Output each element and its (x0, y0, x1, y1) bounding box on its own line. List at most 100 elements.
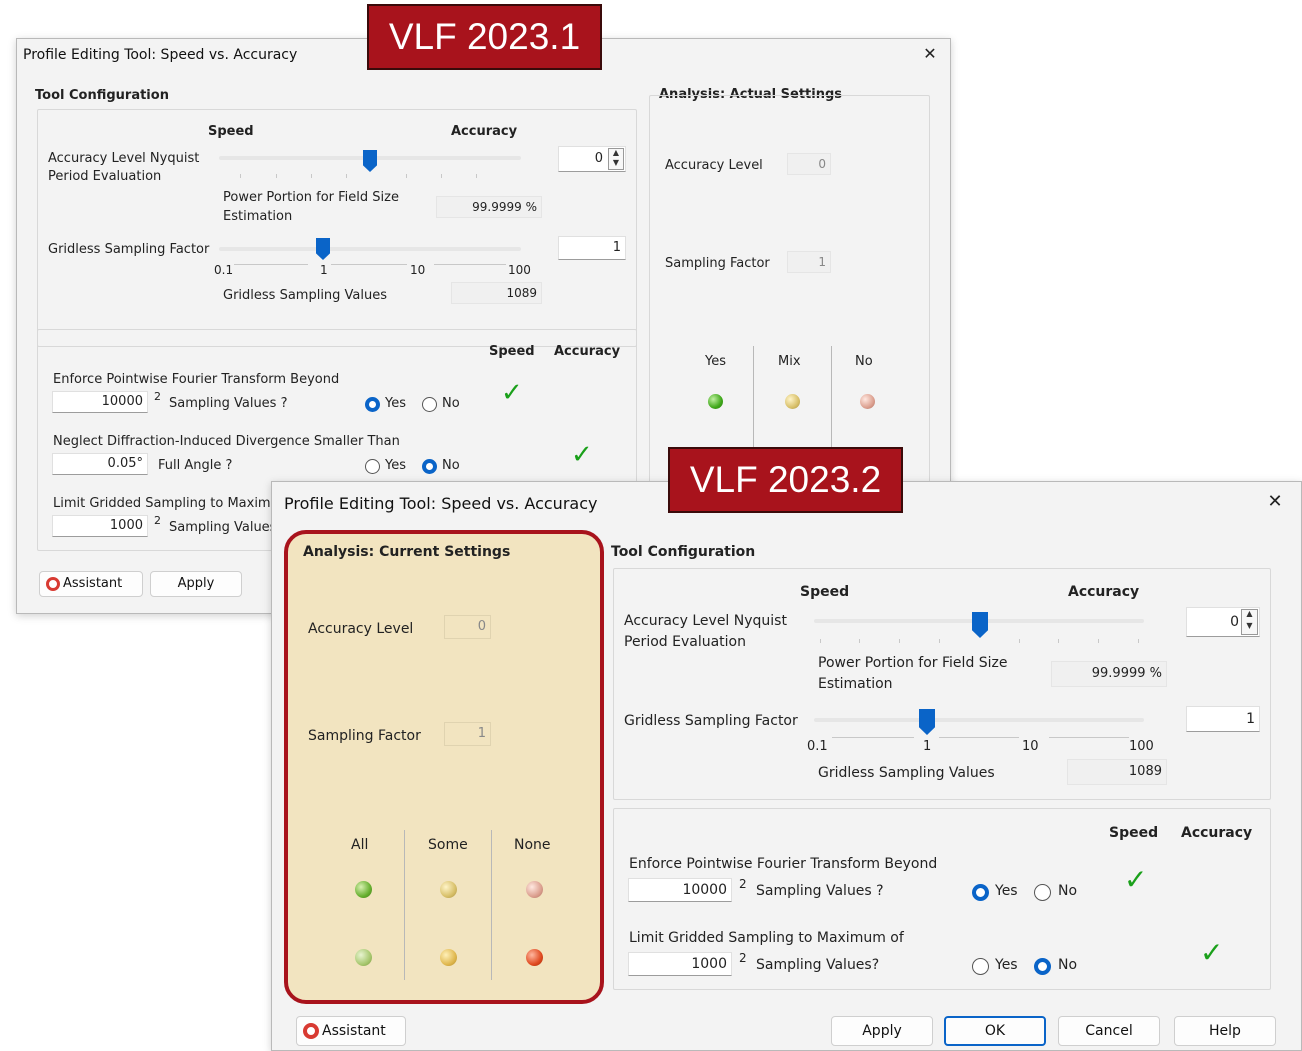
lifebuoy-icon (46, 576, 60, 591)
new-gridless-slider-thumb[interactable] (919, 709, 935, 735)
new-opt2-input[interactable]: 1000 (628, 952, 732, 976)
new-opt2-label: Limit Gridded Sampling to Maximum of (629, 930, 904, 946)
old-opt2-unit: Full Angle ? (158, 458, 233, 473)
old-apply-button[interactable]: Apply (150, 571, 242, 597)
new-close-icon[interactable]: ✕ (1262, 491, 1288, 515)
old-green-led-icon (708, 394, 723, 409)
old-tool-config-heading: Tool Configuration (35, 88, 169, 103)
new-tool-config-group: Speed Accuracy Accuracy Level Nyquist Pe… (613, 568, 1271, 800)
new-legend-divider (491, 830, 492, 980)
new-assistant-button[interactable]: Assistant (296, 1016, 406, 1046)
old-analysis-sampling-label: Sampling Factor (665, 256, 770, 271)
new-legend-all: All (351, 837, 369, 853)
new-accuracy-tick (859, 639, 860, 643)
old-opt1-no-label: No (442, 396, 460, 411)
new-accuracy-spinner[interactable]: ▲ ▼ (1241, 609, 1258, 635)
old-speed-heading: Speed (208, 124, 254, 139)
new-gridless-slider-track[interactable] (814, 718, 1144, 722)
old-legend-mix: Mix (778, 354, 801, 369)
old-accuracy-tick (441, 174, 442, 178)
new-opt2-yes-label: Yes (995, 957, 1018, 973)
old-opt2-yes-radio[interactable] (365, 459, 380, 474)
old-opt1-speed-check-icon: ✓ (501, 378, 523, 408)
old-opt2-yes-label: Yes (385, 458, 406, 473)
new-dialog-window: Profile Editing Tool: Speed vs. Accuracy… (271, 481, 1302, 1051)
old-red-led-icon (860, 394, 875, 409)
old-gridless-values-value: 1089 (451, 282, 542, 304)
old-gridless-scale-line (331, 264, 407, 265)
new-accuracy-level-value: 0 (1230, 614, 1239, 630)
old-col-accuracy: Accuracy (554, 344, 621, 359)
old-opt1-input[interactable]: 10000 (52, 391, 148, 413)
new-analysis-panel-highlight: Analysis: Current Settings Accuracy Leve… (284, 530, 604, 1004)
old-gridless-slider-track[interactable] (219, 247, 521, 251)
new-accuracy-slider-thumb[interactable] (972, 612, 988, 638)
old-col-speed: Speed (489, 344, 535, 359)
old-analysis-accuracy-value: 0 (787, 153, 831, 175)
new-gridless-input[interactable]: 1 (1186, 706, 1260, 732)
old-gridless-scale-line (434, 264, 506, 265)
old-accuracy-tick (276, 174, 277, 178)
old-power-label: Power Portion for Field Size Estimation (223, 190, 399, 224)
new-legend-some: Some (428, 837, 468, 853)
old-opt2-no-label: No (442, 458, 460, 473)
new-opt2-no-radio[interactable] (1034, 958, 1051, 975)
old-opt3-unit: Sampling Values? (169, 520, 284, 535)
new-tool-config-heading: Tool Configuration (611, 544, 756, 560)
old-gridless-tick-1: 1 (320, 263, 328, 277)
new-power-label-2: Estimation (818, 676, 893, 692)
new-yellow-led-icon (440, 949, 457, 966)
new-gridless-label: Gridless Sampling Factor (624, 713, 798, 729)
old-assistant-button[interactable]: Assistant (39, 571, 143, 597)
new-opt2-accuracy-check-icon: ✓ (1200, 936, 1224, 969)
old-gridless-slider-thumb[interactable] (316, 238, 330, 260)
new-accuracy-tick (1058, 639, 1059, 643)
new-opt1-sup: 2 (739, 877, 747, 891)
new-opt2-yes-radio[interactable] (972, 958, 989, 975)
old-accuracy-tick (346, 174, 347, 178)
new-red-led-icon (526, 881, 543, 898)
new-opt1-label: Enforce Pointwise Fourier Transform Beyo… (629, 856, 938, 872)
lifebuoy-icon (303, 1023, 319, 1039)
new-gridless-tick-3: 100 (1129, 739, 1154, 754)
old-opt2-input[interactable]: 0.05° (52, 453, 148, 475)
new-cancel-button[interactable]: Cancel (1058, 1016, 1160, 1046)
new-opt1-unit: Sampling Values ? (756, 883, 884, 899)
old-gridless-scale-line (234, 264, 308, 265)
new-legend-none: None (514, 837, 551, 853)
old-opt1-yes-radio[interactable] (365, 397, 380, 412)
new-gridless-values-label: Gridless Sampling Values (818, 765, 995, 781)
new-help-button[interactable]: Help (1174, 1016, 1276, 1046)
new-apply-button[interactable]: Apply (831, 1016, 933, 1046)
old-accuracy-slider-thumb[interactable] (363, 150, 377, 172)
old-legend-yes: Yes (705, 354, 726, 369)
new-opt1-yes-label: Yes (995, 883, 1018, 899)
old-opt3-sup: 2 (154, 514, 161, 527)
old-opt3-input[interactable]: 1000 (52, 515, 148, 537)
new-ok-button[interactable]: OK (944, 1016, 1046, 1046)
new-accuracy-tick (899, 639, 900, 643)
old-tool-config-group: Speed Accuracy Accuracy Level Nyquist Pe… (37, 109, 637, 347)
new-opt1-yes-radio[interactable] (972, 884, 989, 901)
old-opt2-label: Neglect Diffraction-Induced Divergence S… (53, 434, 400, 449)
new-opt1-input[interactable]: 10000 (628, 878, 732, 902)
new-analysis-heading: Analysis: Current Settings (303, 544, 511, 560)
old-accuracy-level-value: 0 (594, 151, 603, 166)
old-close-icon[interactable]: ✕ (917, 44, 943, 66)
new-opt1-no-radio[interactable] (1034, 884, 1051, 901)
old-opt2-no-radio[interactable] (422, 459, 437, 474)
new-opt2-no-label: No (1058, 957, 1078, 973)
old-accuracy-spinner[interactable]: ▲ ▼ (608, 148, 624, 170)
new-col-speed: Speed (1109, 825, 1159, 841)
new-analysis-accuracy-label: Accuracy Level (308, 621, 414, 637)
banner-new-version: VLF 2023.2 (668, 447, 903, 513)
old-legend-no: No (855, 354, 873, 369)
new-gridless-tick-0: 0.1 (807, 739, 828, 754)
old-opt1-no-radio[interactable] (422, 397, 437, 412)
old-gridless-label: Gridless Sampling Factor (48, 242, 210, 257)
new-opt1-speed-check-icon: ✓ (1124, 863, 1148, 896)
old-gridless-input[interactable]: 1 (558, 236, 626, 260)
new-gridless-scale-line (832, 737, 914, 738)
new-power-value: 99.9999 % (1051, 661, 1167, 687)
old-accuracy-heading: Accuracy (451, 124, 518, 139)
